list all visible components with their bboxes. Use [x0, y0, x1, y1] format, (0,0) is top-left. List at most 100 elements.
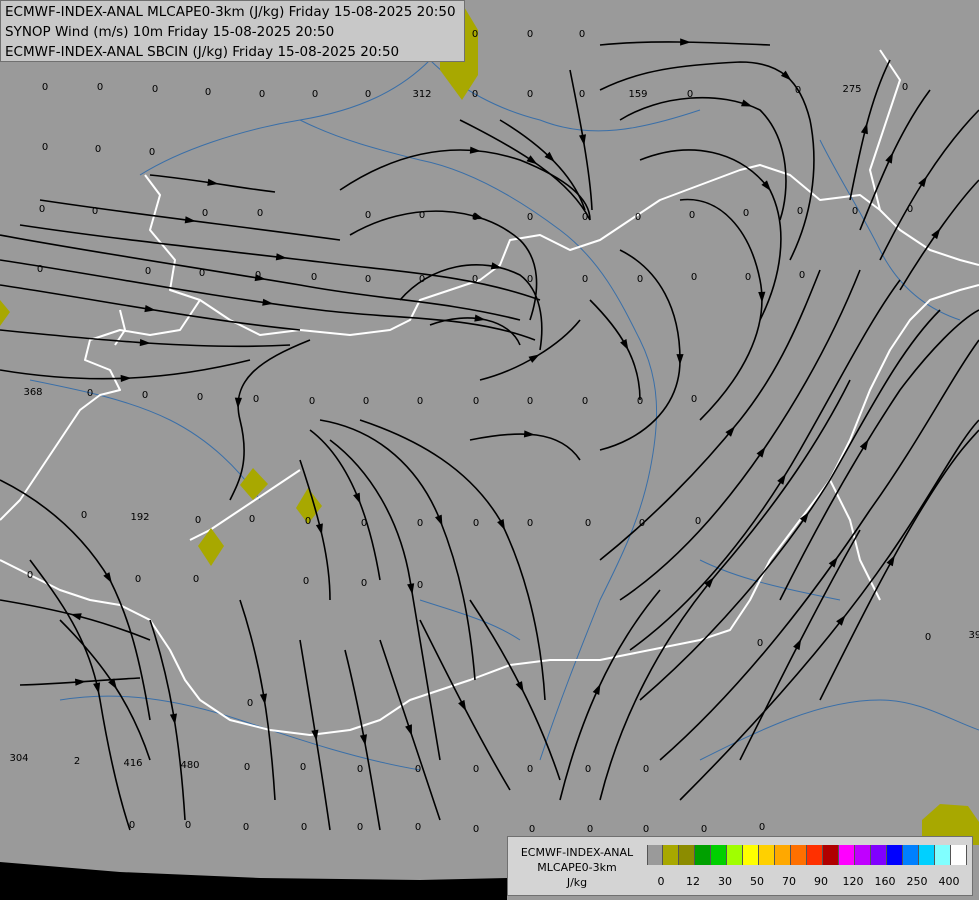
- cape-value-label: 0: [795, 85, 801, 96]
- cape-value-label: 0: [202, 208, 208, 219]
- cape-value-label: 0: [417, 518, 423, 529]
- cape-value-label: 0: [852, 206, 858, 217]
- cape-value-label: 0: [145, 266, 151, 277]
- cape-value-label: 0: [695, 516, 701, 527]
- cape-value-label: 0: [527, 274, 533, 285]
- cape-value-label: 0: [247, 698, 253, 709]
- cape-value-label: 0: [97, 82, 103, 93]
- cape-value-label: 0: [301, 822, 307, 833]
- cape-value-label: 0: [244, 762, 250, 773]
- legend-swatch: [679, 845, 695, 865]
- legend-swatch: [807, 845, 823, 865]
- cape-value-label: 0: [472, 274, 478, 285]
- legend-tick: 70: [782, 875, 796, 888]
- legend-swatch: [647, 845, 663, 865]
- cape-value-label: 0: [472, 212, 478, 223]
- cape-value-label: 0: [311, 272, 317, 283]
- cape-value-label: 0: [587, 824, 593, 835]
- legend-tick: 50: [750, 875, 764, 888]
- cape-value-label: 0: [361, 518, 367, 529]
- legend-tick: 12: [686, 875, 700, 888]
- cape-value-label: 0: [365, 210, 371, 221]
- map-title-box: ECMWF-INDEX-ANAL MLCAPE0-3km (J/kg) Frid…: [0, 0, 465, 62]
- cape-value-label: 0: [419, 210, 425, 221]
- cape-value-label: 480: [180, 760, 199, 771]
- legend-swatch: [951, 845, 967, 865]
- cape-value-label: 0: [195, 515, 201, 526]
- cape-value-label: 0: [415, 764, 421, 775]
- legend-swatch: [871, 845, 887, 865]
- cape-value-label: 0: [799, 270, 805, 281]
- legend-tick: 250: [906, 875, 928, 888]
- cape-value-label: 2: [74, 756, 80, 767]
- cape-value-label: 0: [743, 208, 749, 219]
- legend-swatch: [823, 845, 839, 865]
- cape-value-label: 0: [129, 820, 135, 831]
- cape-value-label: 0: [797, 206, 803, 217]
- legend-swatch: [791, 845, 807, 865]
- legend-color-scale: [647, 845, 967, 865]
- cape-value-label: 0: [527, 518, 533, 529]
- cape-value-label: 0: [687, 89, 693, 100]
- legend-swatch: [903, 845, 919, 865]
- legend-unit: J/kg: [566, 876, 588, 889]
- legend-swatch: [663, 845, 679, 865]
- legend-tick: 160: [874, 875, 896, 888]
- cape-value-label: 0: [197, 392, 203, 403]
- cape-value-label: 0: [37, 264, 43, 275]
- cape-value-label: 0: [925, 632, 931, 643]
- legend-tick: 0: [657, 875, 665, 888]
- cape-value-label: 0: [42, 82, 48, 93]
- cape-value-label: 0: [527, 89, 533, 100]
- legend-tick: 30: [718, 875, 732, 888]
- legend-swatch: [775, 845, 791, 865]
- cape-value-label: 304: [9, 753, 28, 764]
- cape-value-label: 0: [582, 212, 588, 223]
- cape-value-label: 0: [527, 764, 533, 775]
- cape-value-label: 0: [135, 574, 141, 585]
- cape-value-label: 275: [842, 84, 861, 95]
- cape-value-label: 0: [472, 89, 478, 100]
- legend-title-line-1: ECMWF-INDEX-ANAL: [520, 846, 634, 859]
- cape-value-label: 0: [361, 578, 367, 589]
- cape-value-label: 0: [585, 518, 591, 529]
- cape-value-label: 0: [417, 396, 423, 407]
- cape-value-label: 0: [907, 204, 913, 215]
- cape-value-label: 0: [305, 516, 311, 527]
- legend-title-line-2: MLCAPE0-3km: [537, 861, 617, 874]
- cape-value-label: 312: [412, 89, 431, 100]
- cape-value-label: 0: [419, 274, 425, 285]
- legend-swatch: [727, 845, 743, 865]
- legend-swatch: [711, 845, 727, 865]
- cape-value-label: 0: [92, 206, 98, 217]
- cape-value-label: 0: [637, 396, 643, 407]
- cape-value-label: 0: [689, 210, 695, 221]
- cape-value-label: 0: [582, 274, 588, 285]
- cape-value-label: 0: [643, 824, 649, 835]
- cape-value-label: 0: [579, 89, 585, 100]
- legend-tick: 400: [938, 875, 960, 888]
- cape-value-label: 0: [81, 510, 87, 521]
- cape-value-label: 0: [365, 89, 371, 100]
- cape-value-label: 0: [152, 84, 158, 95]
- legend-title: ECMWF-INDEX-ANAL MLCAPE0-3km J/kg: [512, 845, 642, 890]
- cape-value-label: 0: [472, 29, 478, 40]
- cape-value-label: 0: [745, 272, 751, 283]
- cape-value-label: 0: [243, 822, 249, 833]
- cape-value-label: 416: [123, 758, 142, 769]
- legend-swatch: [919, 845, 935, 865]
- cape-value-label: 159: [628, 89, 647, 100]
- cape-value-label: 0: [199, 268, 205, 279]
- cape-value-label: 0: [357, 764, 363, 775]
- cape-value-label: 0: [185, 820, 191, 831]
- cape-value-label: 0: [529, 824, 535, 835]
- cape-value-label: 0: [473, 824, 479, 835]
- cape-value-label: 368: [23, 387, 42, 398]
- cape-value-label: 0: [309, 396, 315, 407]
- cape-value-label: 0: [527, 396, 533, 407]
- cape-value-label: 0: [39, 204, 45, 215]
- cape-value-label: 0: [95, 144, 101, 155]
- weather-map-canvas[interactable]: 0000000003113180000312000159002750000000…: [0, 0, 979, 900]
- title-line-2: SYNOP Wind (m/s) 10m Friday 15-08-2025 2…: [5, 24, 335, 40]
- legend-swatch: [935, 845, 951, 865]
